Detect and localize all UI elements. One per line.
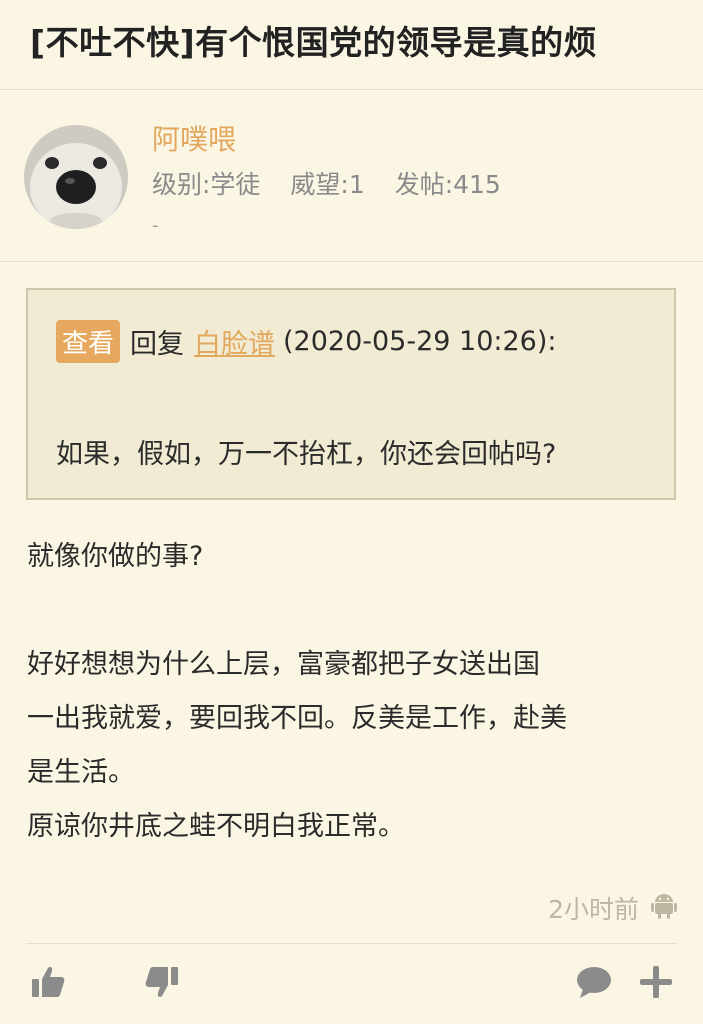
author-level: 级别:学徒 (152, 170, 261, 199)
comment-button[interactable] (574, 962, 614, 1002)
post-time-row: 2小时前 (548, 890, 677, 926)
thumbs-down-icon (145, 967, 178, 997)
reply-time: (2020-05-29 10:26): (283, 326, 557, 357)
author-post-count: 发帖:415 (394, 170, 501, 199)
avatar[interactable] (24, 125, 128, 229)
avatar-image (24, 125, 128, 229)
thread-title: [不吐不快]有个恨国党的领导是真的烦 (30, 23, 598, 62)
thumbs-up-icon (32, 967, 65, 997)
android-icon (651, 891, 677, 925)
title-bar: [不吐不快]有个恨国党的领导是真的烦 (0, 0, 703, 90)
reply-label: 回复 (130, 329, 185, 360)
author-prestige: 威望:1 (290, 170, 365, 199)
post-body: 就像你做的事? 好好想想为什么上层，富豪都把子女送出国 一出我就爱，要回我不回。… (27, 530, 677, 854)
like-button[interactable] (28, 962, 68, 1002)
quote-box: 查看 回复 白脸谱 (2020-05-29 10:26): 如果，假如，万一不抬… (26, 288, 676, 500)
reply-user-link[interactable]: 白脸谱 (194, 322, 275, 361)
author-meta: 级别:学徒 威望:1 发帖:415 (152, 165, 523, 201)
post-line: 一出我就爱，要回我不回。反美是工作，赴美 (27, 703, 567, 734)
post-line: 就像你做的事? (27, 541, 204, 572)
dislike-button[interactable] (142, 962, 182, 1002)
post-line: 好好想想为什么上层，富豪都把子女送出国 (27, 649, 540, 680)
post-line: 原谅你井底之蛙不明白我正常。 (27, 811, 405, 842)
quote-header: 查看 回复 白脸谱 (2020-05-29 10:26): (56, 320, 556, 363)
divider (26, 943, 677, 944)
comment-icon (577, 967, 611, 998)
view-button[interactable]: 查看 (56, 320, 121, 363)
more-button[interactable] (636, 962, 676, 1002)
post-line: 是生活。 (27, 757, 135, 788)
author-signature: - (152, 215, 159, 236)
quote-text: 如果，假如，万一不抬杠，你还会回帖吗? (56, 439, 557, 470)
post-time: 2小时前 (548, 895, 639, 924)
author-name[interactable]: 阿噗喂 (152, 118, 236, 158)
plus-icon (640, 966, 672, 998)
